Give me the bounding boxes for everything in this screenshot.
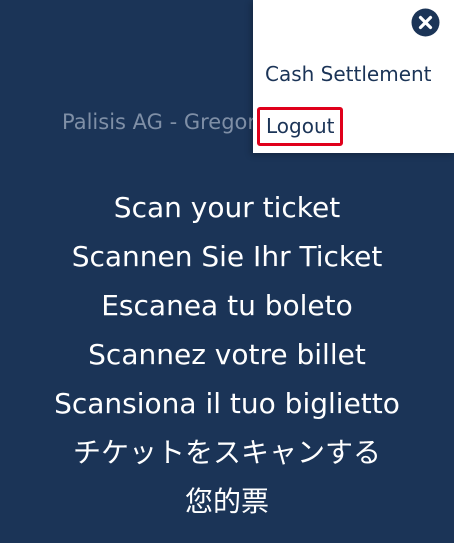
scan-prompt-it: Scansiona il tuo biglietto	[54, 387, 400, 420]
menu-item-cash-settlement[interactable]: Cash Settlement	[265, 62, 432, 86]
close-circle-icon	[410, 7, 441, 38]
scan-prompt-de: Scannen Sie Ihr Ticket	[71, 240, 383, 273]
menu-item-logout[interactable]: Logout	[257, 107, 344, 146]
scan-prompt-ja: チケットをスキャンする	[72, 436, 381, 469]
scan-prompt-zh: 您的票	[184, 485, 269, 518]
scan-prompt-en: Scan your ticket	[113, 191, 341, 224]
close-menu-button[interactable]	[410, 7, 441, 38]
operator-subtitle: Palisis AG - Gregor	[62, 110, 257, 134]
scan-prompt-es: Escanea tu boleto	[101, 289, 353, 322]
scan-prompt-list: Scan your ticket Scannen Sie Ihr Ticket …	[0, 183, 454, 526]
scan-prompt-fr: Scannez votre billet	[88, 338, 366, 371]
overflow-menu: Cash Settlement Logout	[253, 0, 454, 153]
scan-screen: Palisis AG - Gregor Scan your ticket Sca…	[0, 0, 454, 543]
